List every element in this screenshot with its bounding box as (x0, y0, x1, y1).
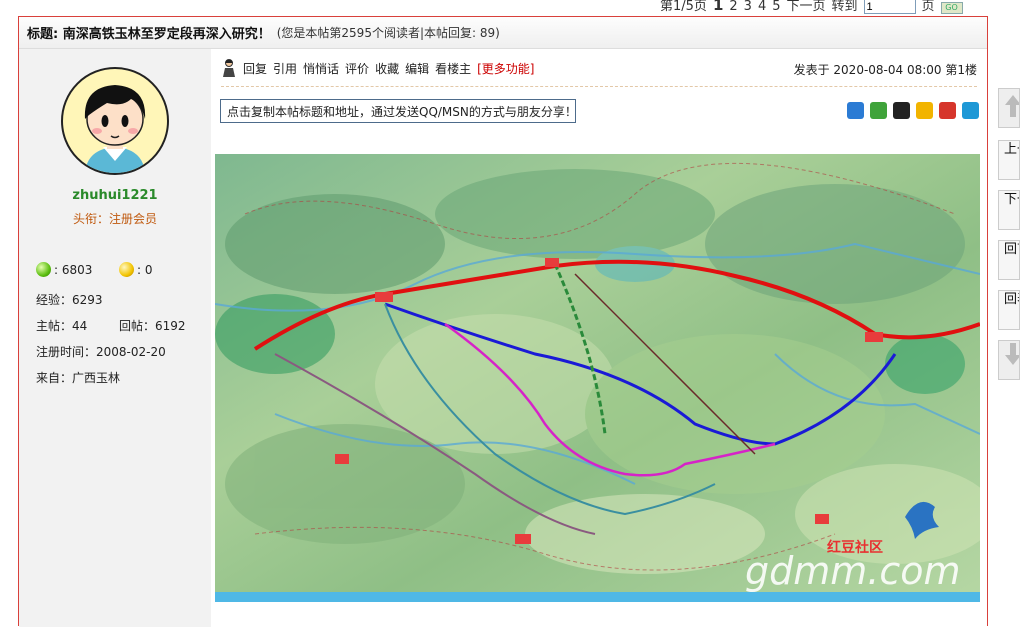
green-points-value: : 6803 (54, 262, 93, 277)
page-suffix: 页 (921, 0, 935, 14)
thread-title-bar: 标题: 南深高铁玉林至罗定段再深入研究！ (您是本帖第2595个阅读者|本帖回复… (19, 17, 987, 49)
copy-link-box[interactable]: 点击复制本帖标题和地址，通过发送QQ/MSN的方式与朋友分享！ (220, 99, 576, 123)
reply-action[interactable]: 回复 (243, 60, 267, 77)
page-link-2[interactable]: 2 (729, 0, 737, 14)
add-share-icon[interactable] (847, 102, 864, 119)
weibo-icon[interactable] (939, 102, 956, 119)
reply-count: 回帖：6192 (119, 319, 186, 333)
topic-count: 主帖：44 (36, 319, 88, 333)
go-button[interactable]: GO (940, 2, 963, 14)
home-button[interactable]: 回首页 (998, 240, 1020, 280)
more-functions-link[interactable]: [更多功能] (477, 60, 534, 77)
scroll-top-icon[interactable] (998, 88, 1020, 128)
qq-icon[interactable] (893, 102, 910, 119)
next-topic-button[interactable]: 下一主题 (998, 190, 1020, 230)
post-content: 回复 引用 悄悄话 评价 收藏 编辑 看楼主 [更多功能] 发表于 2020-0… (211, 49, 987, 627)
page-link-3[interactable]: 3 (744, 0, 752, 14)
person-icon (223, 59, 235, 77)
view-author-only-action[interactable]: 看楼主 (435, 60, 471, 77)
whisper-action[interactable]: 悄悄话 (303, 60, 339, 77)
page-info: 第1/5页 (660, 0, 707, 14)
yellow-orb-icon (119, 262, 134, 277)
thread-title: 标题: 南深高铁玉林至罗定段再深入研究！ (27, 27, 271, 42)
register-date: 注册时间：2008-02-20 (36, 345, 166, 359)
divider (221, 86, 977, 87)
thread-subtitle: (您是本帖第2595个阅读者|本帖回复: 89) (276, 26, 500, 40)
quote-action[interactable]: 引用 (273, 60, 297, 77)
user-location: 来自：广西玉林 (36, 371, 121, 385)
username[interactable]: zhuhui1221 (19, 188, 211, 203)
experience: 经验：6293 (36, 293, 103, 307)
share-icons (847, 102, 979, 119)
page-link-4[interactable]: 4 (758, 0, 766, 14)
qzone-icon[interactable] (916, 102, 933, 119)
pager: 第1/5页 1 2 3 4 5 下一页 转到 页 GO (660, 0, 963, 14)
page-link-5[interactable]: 5 (772, 0, 780, 14)
avatar[interactable] (61, 67, 169, 175)
rate-action[interactable]: 评价 (345, 60, 369, 77)
user-rank: 头衔：注册会员 (72, 212, 157, 226)
next-page-link[interactable]: 下一页 (787, 0, 826, 14)
goto-label: 转到 (831, 0, 858, 14)
green-points: : 6803 (36, 262, 92, 277)
green-orb-icon (36, 262, 51, 277)
scroll-bottom-icon[interactable] (998, 340, 1020, 380)
yellow-points-value: : 0 (137, 262, 153, 277)
yellow-points: : 0 (119, 262, 153, 277)
favorite-action[interactable]: 收藏 (375, 60, 399, 77)
goto-page-input[interactable] (863, 0, 916, 14)
post-meta: 发表于 2020-08-04 08:00 第1楼 (793, 63, 977, 77)
wechat-icon[interactable] (870, 102, 887, 119)
author-panel: zhuhui1221 头衔：注册会员 : 6803 : 0 经验：6293 主帖… (19, 49, 211, 627)
route-map-image: 红豆社区 gdmm.com (215, 154, 980, 602)
prev-topic-button[interactable]: 上一主题 (998, 140, 1020, 180)
route-map-svg: 红豆社区 gdmm.com (215, 154, 980, 602)
back-button[interactable]: 回表 (998, 290, 1020, 330)
edit-action[interactable]: 编辑 (405, 60, 429, 77)
post-frame: 标题: 南深高铁玉林至罗定段再深入研究！ (您是本帖第2595个阅读者|本帖回复… (18, 16, 988, 627)
page-link-1[interactable]: 1 (713, 0, 723, 14)
map-watermark: gdmm.com (745, 549, 961, 593)
post-toolbar: 回复 引用 悄悄话 评价 收藏 编辑 看楼主 [更多功能] (221, 59, 534, 77)
other-share-icon[interactable] (962, 102, 979, 119)
avatar-boy-icon (84, 85, 146, 173)
